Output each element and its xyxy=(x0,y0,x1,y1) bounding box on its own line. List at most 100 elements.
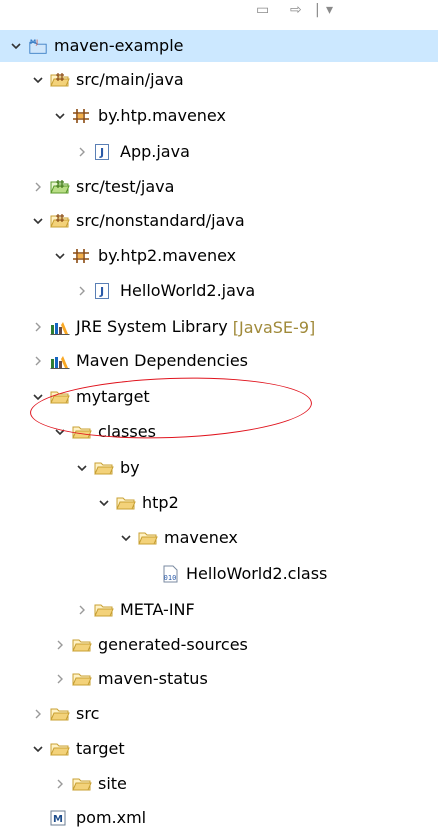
java-file-icon: J xyxy=(94,143,114,161)
tree-item-label: src/nonstandard/java xyxy=(76,211,245,230)
tree-item-by-htp2-mavenex[interactable]: by.htp2.mavenex xyxy=(0,240,438,272)
tree-item-app-java[interactable]: J App.java xyxy=(0,136,438,168)
chevron-right-icon[interactable] xyxy=(30,706,46,722)
tree-item-by[interactable]: by xyxy=(0,452,438,484)
toolbar-separator: | xyxy=(315,2,320,18)
folder-icon xyxy=(72,423,92,441)
chevron-down-icon[interactable] xyxy=(30,389,46,405)
tree-item-helloworld2-java[interactable]: J HelloWorld2.java xyxy=(0,275,438,307)
tree-item-mavenex[interactable]: mavenex xyxy=(0,522,438,554)
folder-icon xyxy=(50,388,70,406)
maven-project-icon: MJ xyxy=(28,37,48,55)
chevron-right-icon[interactable] xyxy=(74,144,90,160)
tree-item-label: mytarget xyxy=(76,387,150,406)
source-folder-icon xyxy=(50,212,70,230)
package-icon xyxy=(72,247,92,265)
tree-item-src-main-java[interactable]: src/main/java xyxy=(0,64,438,96)
folder-icon xyxy=(72,775,92,793)
tree-item-label: Maven Dependencies xyxy=(76,351,249,370)
chevron-right-icon[interactable] xyxy=(30,179,46,195)
folder-icon xyxy=(94,459,114,477)
tree-item-label: mavenex xyxy=(164,528,238,547)
chevron-down-icon[interactable] xyxy=(52,424,68,440)
svg-text:J: J xyxy=(35,39,38,46)
chevron-down-icon[interactable] xyxy=(30,72,46,88)
tree-item-label: META-INF xyxy=(120,600,195,619)
link-with-editor-icon[interactable]: ⇨ xyxy=(290,2,302,18)
folder-icon xyxy=(94,601,114,619)
tree-item-label: maven-status xyxy=(98,669,208,688)
package-icon xyxy=(72,107,92,125)
tree-item-label: src/main/java xyxy=(76,70,184,89)
tree-item-maven-status[interactable]: maven-status xyxy=(0,663,438,695)
svg-text:010: 010 xyxy=(164,574,177,582)
chevron-down-icon[interactable] xyxy=(118,530,134,546)
tree-item-jre-system-library[interactable]: JRE System Library [JavaSE-9] xyxy=(0,311,438,343)
tree-item-src-test-java[interactable]: src/test/java xyxy=(0,171,438,203)
chevron-down-icon[interactable] xyxy=(30,741,46,757)
folder-icon xyxy=(50,705,70,723)
tree-item-generated-sources[interactable]: generated-sources xyxy=(0,629,438,661)
source-folder-icon xyxy=(50,71,70,89)
chevron-right-icon[interactable] xyxy=(30,319,46,335)
tree-item-by-htp-mavenex[interactable]: by.htp.mavenex xyxy=(0,100,438,132)
chevron-right-icon[interactable] xyxy=(74,283,90,299)
chevron-down-icon[interactable] xyxy=(52,248,68,264)
tree-item-maven-example[interactable]: M Jmaven-example xyxy=(0,30,438,62)
java-file-icon: J xyxy=(94,282,114,300)
chevron-right-icon[interactable] xyxy=(52,637,68,653)
chevron-down-icon[interactable] xyxy=(52,108,68,124)
tree-item-label: generated-sources xyxy=(98,635,248,654)
tree-item-maven-dependencies[interactable]: Maven Dependencies xyxy=(0,345,438,377)
tree-item-label: by.htp2.mavenex xyxy=(98,246,237,265)
tree-item-classes[interactable]: classes xyxy=(0,416,438,448)
svg-text:M: M xyxy=(30,39,36,46)
tree-item-label: App.java xyxy=(120,142,190,161)
library-icon xyxy=(50,318,70,336)
library-icon xyxy=(50,352,70,370)
folder-icon xyxy=(72,670,92,688)
tree-item-target[interactable]: target xyxy=(0,733,438,765)
chevron-right-icon[interactable] xyxy=(52,671,68,687)
tree-item-site[interactable]: site xyxy=(0,768,438,800)
collapse-all-icon[interactable]: ▭ xyxy=(256,2,269,18)
tree-item-label: by.htp.mavenex xyxy=(98,106,226,125)
tree-item-label: htp2 xyxy=(142,493,179,512)
tree-item-meta-inf[interactable]: META-INF xyxy=(0,594,438,626)
tree-item-label: HelloWorld2.class xyxy=(186,564,328,583)
tree-item-mytarget[interactable]: mytarget xyxy=(0,381,438,413)
class-file-icon: 010 xyxy=(160,565,180,583)
test-source-folder-icon xyxy=(50,178,70,196)
chevron-right-icon[interactable] xyxy=(52,776,68,792)
chevron-down-icon[interactable] xyxy=(8,38,24,54)
folder-icon xyxy=(72,636,92,654)
tree-item-label: HelloWorld2.java xyxy=(120,281,256,300)
maven-pom-icon: M xyxy=(50,809,70,827)
chevron-right-icon[interactable] xyxy=(74,602,90,618)
tree-item-src-nonstandard-java[interactable]: src/nonstandard/java xyxy=(0,205,438,237)
tree-item-label: site xyxy=(98,774,127,793)
view-menu-icon[interactable]: ▾ xyxy=(326,2,333,18)
svg-text:J: J xyxy=(99,285,104,298)
tree-item-label: pom.xml xyxy=(76,808,147,827)
tree-item-label: by xyxy=(120,458,140,477)
tree-item-label: classes xyxy=(98,422,156,441)
chevron-down-icon[interactable] xyxy=(96,495,112,511)
folder-icon xyxy=(116,494,136,512)
tree-item-label: JRE System Library xyxy=(76,317,228,336)
chevron-down-icon[interactable] xyxy=(74,460,90,476)
tree-item-helloworld2-class[interactable]: 010 HelloWorld2.class xyxy=(0,558,438,590)
tree-item-label: src/test/java xyxy=(76,177,175,196)
chevron-right-icon[interactable] xyxy=(30,353,46,369)
chevron-down-icon[interactable] xyxy=(30,213,46,229)
svg-text:M: M xyxy=(53,814,63,825)
tree-item-decoration: [JavaSE-9] xyxy=(232,317,316,337)
svg-text:J: J xyxy=(99,146,104,159)
tree-item-src[interactable]: src xyxy=(0,698,438,730)
tree-item-label: maven-example xyxy=(54,36,184,55)
tree-item-htp2[interactable]: htp2 xyxy=(0,487,438,519)
tree-item-label: src xyxy=(76,704,100,723)
folder-icon xyxy=(138,529,158,547)
